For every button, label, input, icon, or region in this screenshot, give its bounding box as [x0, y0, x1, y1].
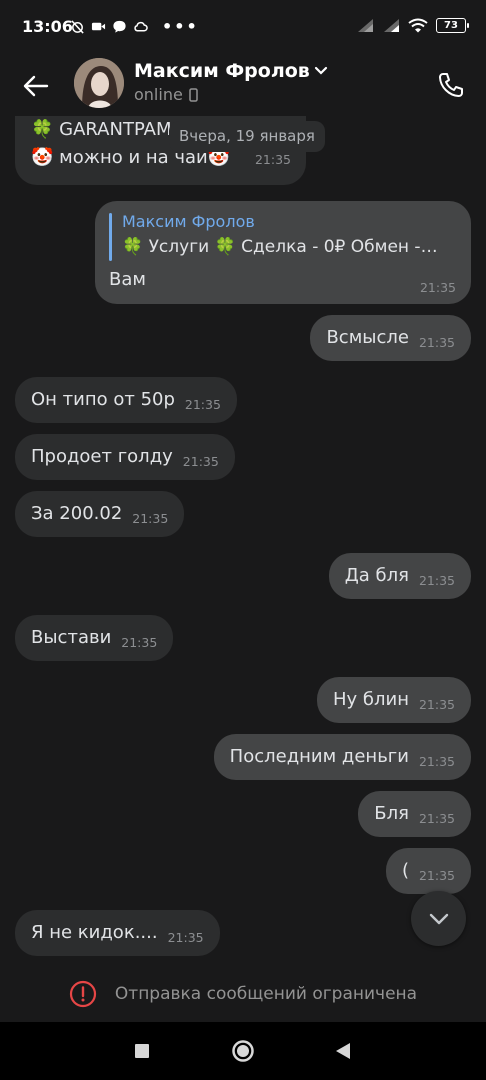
- signal-icon: [358, 19, 373, 32]
- battery-icon: 73: [436, 18, 469, 33]
- message-text: Продоет голду: [31, 446, 173, 467]
- message-bubble-outgoing[interactable]: Бля 21:35: [358, 791, 471, 837]
- message-time: 21:35: [182, 454, 219, 469]
- message-bubble-outgoing[interactable]: Да бля 21:35: [328, 553, 471, 599]
- message-bubble-incoming[interactable]: Продоет голду 21:35: [15, 434, 235, 480]
- message-time: 21:35: [132, 511, 169, 526]
- status-system-icons: 73: [356, 18, 469, 33]
- message-text: За 200.02: [31, 503, 123, 524]
- online-status: online: [134, 85, 183, 104]
- message-text: Я не кидок....: [31, 922, 158, 943]
- message-time: 21:35: [418, 573, 455, 588]
- warning-icon: [69, 980, 97, 1008]
- message-text: Всмысле: [326, 327, 409, 348]
- home-circle-icon: [232, 1040, 254, 1062]
- message-text: 🍀 GARANTPAM: [31, 119, 172, 140]
- call-button[interactable]: [432, 66, 470, 104]
- message-bubble-outgoing[interactable]: Последним деньги 21:35: [213, 734, 471, 780]
- quote-author[interactable]: Максим Фролов: [122, 212, 255, 231]
- message-text: Он типо от 50р: [31, 389, 175, 410]
- message-bubble-outgoing[interactable]: (21:35: [385, 848, 471, 894]
- restriction-text: Отправка сообщений ограничена: [114, 984, 418, 1004]
- quote-text[interactable]: 🍀 Услуги 🍀 Сделка - 0₽ Обмен - ...: [122, 237, 442, 257]
- message-bubble-incoming[interactable]: Выстави 21:35: [15, 615, 174, 661]
- chevron-down-icon: [314, 66, 327, 75]
- avatar-photo: [74, 58, 124, 108]
- date-separator: Вчера, 19 января: [169, 121, 325, 152]
- contact-name: Максим Фролов: [134, 60, 310, 82]
- message-time: 21:35: [167, 930, 204, 945]
- restriction-notice: Отправка сообщений ограничена: [0, 966, 486, 1022]
- message-time: 21:35: [418, 335, 455, 350]
- message-bubble-outgoing[interactable]: Всмысле 21:35: [310, 315, 471, 361]
- contact-status: online: [134, 85, 198, 104]
- message-time: 21:35: [121, 635, 158, 650]
- system-navigation-bar: [0, 1022, 486, 1080]
- battery-level: 73: [444, 20, 458, 31]
- mobile-device-icon: [189, 87, 198, 102]
- message-list[interactable]: 🍀 GARANTPAM 🤡 можно и на чай🤡 21:35 Вчер…: [0, 116, 486, 966]
- message-text: (: [401, 860, 409, 881]
- quote-bar: [109, 213, 112, 261]
- recent-apps-button[interactable]: [129, 1038, 155, 1064]
- message-bubble-outgoing[interactable]: Ну блин 21:35: [316, 677, 471, 723]
- message-time: 21:35: [419, 280, 456, 295]
- message-bubble-incoming[interactable]: За 200.02 21:35: [15, 491, 185, 537]
- message-bubble-incoming[interactable]: Он типо от 50р 21:35: [15, 377, 237, 423]
- message-text: Ну блин: [332, 689, 409, 710]
- message-text: Да бля: [344, 565, 409, 586]
- message-time: 21:35: [418, 811, 455, 826]
- triangle-back-icon: [336, 1043, 350, 1059]
- cloud-icon: [134, 21, 148, 32]
- chat-header: Максим Фролов online: [0, 56, 486, 116]
- message-bubble-outgoing-reply[interactable]: Максим Фролов 🍀 Услуги 🍀 Сделка - 0₽ Обм…: [95, 201, 471, 304]
- message-time: 21:35: [418, 754, 455, 769]
- alarm-off-icon: [71, 20, 84, 34]
- back-nav-button[interactable]: [330, 1038, 356, 1064]
- wifi-icon: [408, 18, 428, 33]
- message-time: 21:35: [254, 152, 291, 167]
- more-notifications-icon: •••: [162, 17, 199, 36]
- back-arrow-icon: [23, 75, 49, 97]
- phone-icon: [439, 73, 463, 97]
- square-icon: [135, 1044, 149, 1058]
- status-bar: 13:06 ••• 73: [0, 0, 486, 56]
- contact-name-button[interactable]: Максим Фролов: [134, 60, 328, 82]
- message-text: Вам: [109, 269, 146, 290]
- status-time: 13:06: [22, 17, 73, 36]
- back-button[interactable]: [18, 68, 54, 104]
- avatar[interactable]: [74, 58, 124, 108]
- chat-bubble-icon: [113, 20, 126, 33]
- video-camera-icon: [91, 22, 106, 31]
- message-text: Выстави: [31, 627, 112, 648]
- signal-icon-2: [384, 19, 399, 32]
- status-notification-icons: [70, 19, 148, 34]
- message-bubble-incoming[interactable]: Я не кидок.... 21:35: [15, 910, 220, 956]
- message-text: Бля: [374, 803, 409, 824]
- scroll-to-bottom-button[interactable]: [411, 891, 466, 946]
- message-time: 21:35: [184, 397, 221, 412]
- message-time: 21:35: [418, 697, 455, 712]
- message-text: Последним деньги: [229, 746, 409, 767]
- chevron-down-icon: [429, 913, 448, 924]
- home-button[interactable]: [230, 1038, 256, 1064]
